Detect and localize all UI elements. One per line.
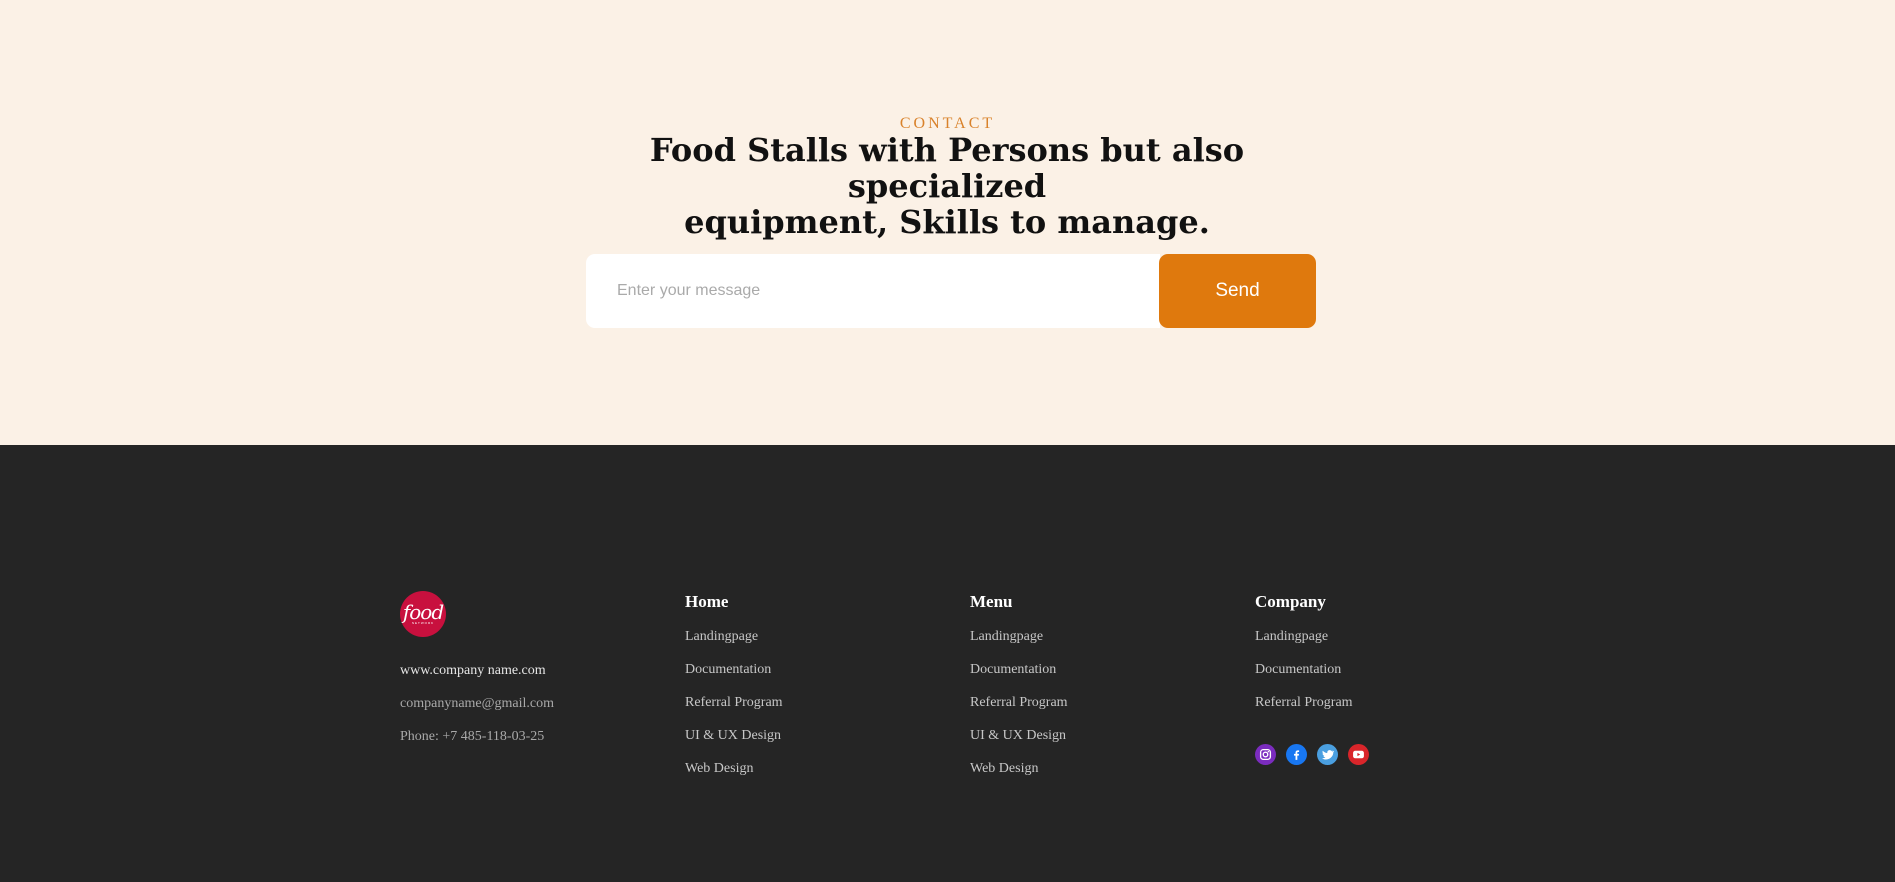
footer-column-company: Company Landingpage Documentation Referr… (1255, 592, 1353, 727)
footer-link-landingpage[interactable]: Landingpage (970, 628, 1068, 645)
logo-word: food (402, 600, 444, 624)
footer-link-landingpage[interactable]: Landingpage (685, 628, 783, 645)
logo-subtext: NETWORK (411, 621, 435, 625)
footer-link-documentation[interactable]: Documentation (685, 661, 783, 678)
facebook-icon[interactable] (1286, 744, 1307, 765)
footer-link-web-design[interactable]: Web Design (970, 760, 1068, 777)
headline-line-2: equipment, Skills to manage. (684, 203, 1210, 241)
footer-link-referral-program[interactable]: Referral Program (685, 694, 783, 711)
footer (0, 445, 1895, 882)
footer-link-referral-program[interactable]: Referral Program (1255, 694, 1353, 711)
message-input[interactable] (586, 254, 1160, 328)
footer-column-menu: Menu Landingpage Documentation Referral … (970, 592, 1068, 793)
footer-column-title: Home (685, 592, 729, 611)
company-email-link[interactable]: companyname@gmail.com (400, 696, 554, 712)
footer-link-ui-ux-design[interactable]: UI & UX Design (970, 727, 1068, 744)
youtube-icon[interactable] (1348, 744, 1369, 765)
footer-link-documentation[interactable]: Documentation (970, 661, 1068, 678)
section-headline: Food Stalls with Persons but also specia… (597, 132, 1297, 240)
send-button[interactable]: Send (1159, 254, 1316, 328)
footer-link-documentation[interactable]: Documentation (1255, 661, 1353, 678)
headline-line-1: Food Stalls with Persons but also specia… (649, 131, 1245, 205)
footer-column-home: Home Landingpage Documentation Referral … (685, 592, 783, 793)
twitter-icon[interactable] (1317, 744, 1338, 765)
footer-column-title: Company (1255, 592, 1326, 611)
instagram-icon[interactable] (1255, 744, 1276, 765)
footer-link-web-design[interactable]: Web Design (685, 760, 783, 777)
contact-section: CONTACT Food Stalls with Persons but als… (0, 0, 1895, 445)
company-website-link[interactable]: www.company name.com (400, 663, 546, 679)
company-phone: Phone: +7 485-118-03-25 (400, 729, 545, 744)
social-links (1255, 744, 1369, 765)
footer-link-landingpage[interactable]: Landingpage (1255, 628, 1353, 645)
footer-link-referral-program[interactable]: Referral Program (970, 694, 1068, 711)
food-network-logo[interactable]: food NETWORK (400, 591, 446, 637)
footer-column-title: Menu (970, 592, 1013, 611)
footer-link-ui-ux-design[interactable]: UI & UX Design (685, 727, 783, 744)
